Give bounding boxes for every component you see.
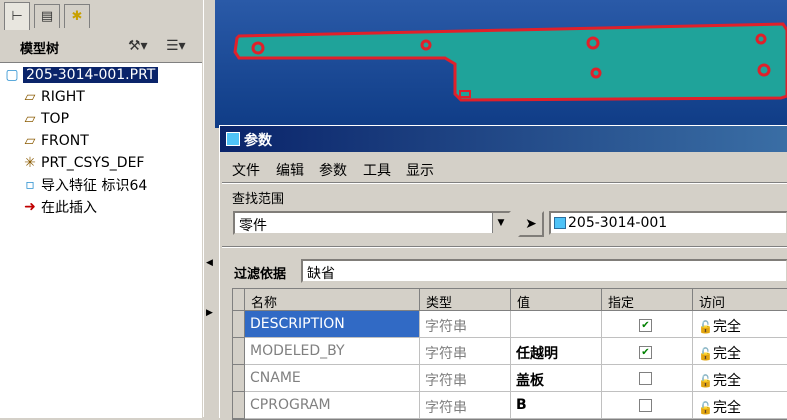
- menu-file[interactable]: 文件: [232, 160, 260, 180]
- checkbox-checked[interactable]: ✔: [639, 319, 652, 332]
- tree-item-csys[interactable]: ✳ PRT_CSYS_DEF: [22, 153, 144, 173]
- parameters-dialog: 参数 文件 编辑 参数 工具 显示 查找范围 零件 ▼ ➤ 205-3014-0…: [219, 125, 787, 420]
- table-row-name[interactable]: CNAME: [245, 365, 420, 392]
- filter-field[interactable]: 缺省: [301, 259, 787, 283]
- part-icon: [554, 217, 566, 229]
- table-row-value[interactable]: 盖板: [511, 365, 602, 392]
- parameters-table: 名称 类型 值 指定 访问 DESCRIPTION 字符串 ✔ 🔓完全 MODE…: [232, 288, 787, 420]
- table-row-type[interactable]: 字符串: [420, 311, 511, 338]
- table-row-access[interactable]: 🔓完全: [693, 392, 787, 419]
- menu-edit[interactable]: 编辑: [276, 160, 304, 180]
- scope-separator: [222, 246, 787, 248]
- table-row-access[interactable]: 🔓完全: [693, 338, 787, 365]
- settings-icon[interactable]: ⚒▾: [128, 38, 148, 54]
- column-header-value[interactable]: 值: [511, 289, 602, 311]
- filter-label: 过滤依据: [234, 267, 287, 282]
- graphics-viewport[interactable]: [215, 0, 787, 128]
- dialog-menubar: 文件 编辑 参数 工具 显示: [220, 156, 787, 180]
- dialog-title: 参数: [244, 133, 272, 149]
- model-tree-panel: ⊢ ▤ ✱ 模型树 ⚒▾ ☰▾ ▢ 205-3014-001.PRT ▱ RIGHT…: [0, 0, 204, 418]
- dialog-app-icon: [226, 132, 240, 146]
- tree-item-top[interactable]: ▱ TOP: [22, 109, 69, 129]
- datum-plane-icon: ▱: [24, 133, 36, 149]
- tree-item-import-feature[interactable]: ▫ 导入特征 标识64: [22, 175, 147, 195]
- expand-right-icon[interactable]: ▶: [206, 308, 213, 318]
- table-row-name[interactable]: MODELED_BY: [245, 338, 420, 365]
- part-model-view: [233, 22, 787, 102]
- favorites-icon: ✱: [71, 9, 83, 24]
- menubar-separator: [222, 182, 787, 184]
- model-tree-title: 模型树: [20, 42, 60, 57]
- table-row-type[interactable]: 字符串: [420, 338, 511, 365]
- row-header[interactable]: [233, 365, 245, 392]
- table-row-value[interactable]: 任越明: [511, 338, 602, 365]
- lock-icon: 🔓: [698, 374, 713, 388]
- column-header-name[interactable]: 名称: [245, 289, 420, 311]
- tree-item-insert-here[interactable]: ➜ 在此插入: [22, 197, 97, 217]
- column-header-type[interactable]: 类型: [420, 289, 511, 311]
- row-header[interactable]: [233, 392, 245, 419]
- tree-item-right[interactable]: ▱ RIGHT: [22, 87, 85, 107]
- table-row-value[interactable]: [511, 311, 602, 338]
- table-row-type[interactable]: 字符串: [420, 392, 511, 419]
- datum-plane-icon: ▱: [24, 89, 36, 105]
- lock-icon: 🔓: [698, 320, 713, 334]
- menu-display[interactable]: 显示: [406, 160, 434, 180]
- datum-plane-icon: ▱: [24, 111, 36, 127]
- table-row-designated[interactable]: [602, 392, 693, 419]
- row-header[interactable]: [233, 338, 245, 365]
- select-pointer-button[interactable]: ➤: [518, 211, 544, 237]
- navigator-tabs: ⊢ ▤ ✱: [0, 0, 203, 32]
- import-feature-icon: ▫: [25, 177, 35, 193]
- menu-tools[interactable]: 工具: [363, 160, 391, 180]
- table-row-access[interactable]: 🔓完全: [693, 311, 787, 338]
- collapse-left-icon[interactable]: ◀: [206, 258, 213, 268]
- checkbox-checked[interactable]: ✔: [639, 346, 652, 359]
- table-row-designated[interactable]: ✔: [602, 311, 693, 338]
- checkbox-unchecked[interactable]: [639, 372, 652, 385]
- row-header-corner: [233, 289, 245, 311]
- table-row-designated[interactable]: ✔: [602, 338, 693, 365]
- cursor-icon: ➤: [525, 216, 537, 232]
- tree-icon: ⊢: [11, 9, 23, 24]
- part-name-field[interactable]: 205-3014-001: [549, 211, 787, 235]
- lock-icon: 🔓: [698, 401, 713, 415]
- checkbox-unchecked[interactable]: [639, 399, 652, 412]
- table-row-type[interactable]: 字符串: [420, 365, 511, 392]
- column-header-designated[interactable]: 指定: [602, 289, 693, 311]
- tab-model-tree[interactable]: ⊢: [4, 2, 30, 30]
- part-icon: ▢: [5, 67, 19, 83]
- folder-icon: ▤: [40, 9, 54, 24]
- csys-icon: ✳: [24, 155, 36, 171]
- table-row-name[interactable]: DESCRIPTION: [245, 311, 420, 338]
- table-row-name[interactable]: CPROGRAM: [245, 392, 420, 419]
- insert-arrow-icon: ➜: [24, 199, 36, 215]
- menu-parameters[interactable]: 参数: [319, 160, 347, 180]
- table-row-designated[interactable]: [602, 365, 693, 392]
- model-tree-list: ▢ 205-3014-001.PRT ▱ RIGHT ▱ TOP ▱ FRONT ✳ PR…: [0, 62, 202, 418]
- column-header-access[interactable]: 访问: [693, 289, 787, 311]
- chevron-down-icon[interactable]: ▼: [492, 213, 509, 233]
- tab-folder-browser[interactable]: ▤: [34, 4, 60, 28]
- dialog-title-bar[interactable]: 参数: [220, 126, 787, 152]
- tab-favorites[interactable]: ✱: [64, 4, 90, 28]
- lock-icon: 🔓: [698, 347, 713, 361]
- model-tree-header: 模型树 ⚒▾ ☰▾: [0, 32, 203, 60]
- tree-item-part[interactable]: ▢ 205-3014-001.PRT: [4, 65, 159, 85]
- tree-item-front[interactable]: ▱ FRONT: [22, 131, 89, 151]
- show-menu-icon[interactable]: ☰▾: [166, 38, 186, 54]
- table-row-value[interactable]: B: [511, 392, 602, 419]
- scope-select[interactable]: 零件 ▼: [233, 211, 511, 235]
- row-header[interactable]: [233, 311, 245, 338]
- table-row-access[interactable]: 🔓完全: [693, 365, 787, 392]
- scope-label: 查找范围: [232, 192, 285, 207]
